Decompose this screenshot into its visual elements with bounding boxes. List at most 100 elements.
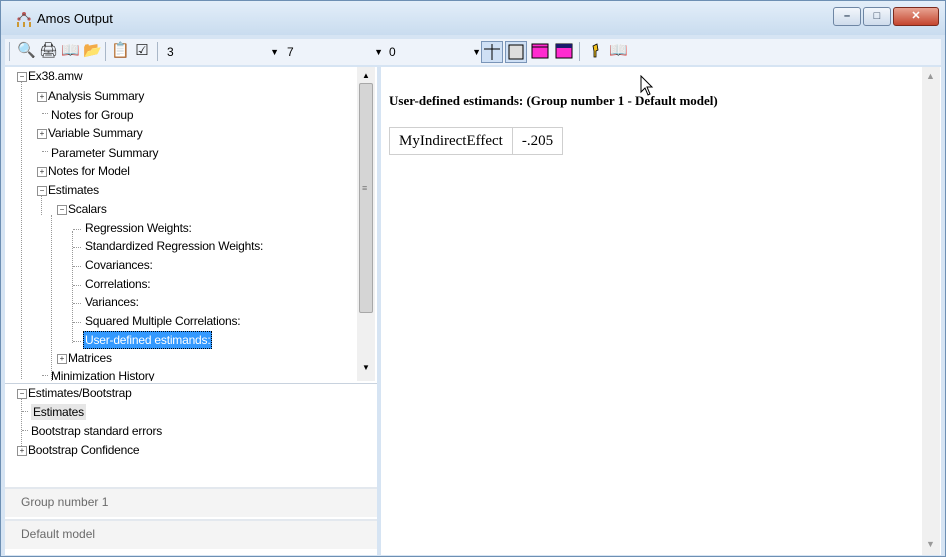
- tree-item-variable-summary[interactable]: Variable Summary: [48, 125, 143, 141]
- tree-scrollbar[interactable]: ▲ ≡ ▼: [357, 67, 375, 381]
- tree-item-estimates[interactable]: Estimates: [48, 182, 99, 198]
- hint-icon[interactable]: [587, 42, 605, 60]
- bootstrap-item-estimates[interactable]: Estimates: [31, 404, 86, 420]
- magenta-grid-button[interactable]: [555, 42, 573, 60]
- group-panel[interactable]: Group number 1: [5, 487, 377, 517]
- tree-item-variances[interactable]: Variances:: [85, 294, 139, 310]
- tree-item-analysis-summary[interactable]: Analysis Summary: [48, 88, 144, 104]
- tree-root[interactable]: Ex38.amw: [28, 68, 83, 84]
- print-preview-icon[interactable]: 🔍: [17, 42, 36, 60]
- bootstrap-item-confidence[interactable]: Bootstrap Confidence: [28, 442, 140, 458]
- expand-icon[interactable]: +: [37, 129, 47, 139]
- crosshair-button[interactable]: [481, 41, 503, 63]
- collapse-icon[interactable]: −: [37, 186, 47, 196]
- columns-value: 7: [287, 45, 294, 59]
- toolbar: 🔍 🖨 📖 📂 📋 ☑ 3 ▼ 7 ▼ 0 ▼ 📖: [5, 39, 941, 65]
- checkbox-icon[interactable]: ☑: [133, 42, 151, 60]
- chevron-down-icon: ▼: [270, 47, 279, 57]
- tree-branch: [42, 375, 48, 376]
- tree-branch: [73, 341, 81, 342]
- tree-item-notes-for-model[interactable]: Notes for Model: [48, 163, 130, 179]
- table-row: MyIndirectEffect -.205: [389, 127, 564, 155]
- tree-branch: [42, 113, 48, 114]
- model-label[interactable]: Default model: [21, 527, 95, 541]
- scroll-down-icon[interactable]: ▼: [362, 363, 370, 372]
- scroll-thumb[interactable]: [359, 83, 373, 313]
- table-view-button[interactable]: [505, 41, 527, 63]
- estimands-table: MyIndirectEffect -.205: [389, 127, 564, 155]
- output-scrollbar[interactable]: ▲ ▼: [922, 67, 940, 555]
- magenta-header-button[interactable]: [531, 42, 549, 60]
- expand-icon[interactable]: +: [37, 167, 47, 177]
- group-label[interactable]: Group number 1: [21, 495, 108, 509]
- maximize-button[interactable]: □: [863, 7, 891, 26]
- help-book-icon[interactable]: 📖: [609, 42, 628, 60]
- minimize-button[interactable]: –: [833, 7, 861, 26]
- tree-branch: [22, 411, 28, 412]
- tree-branch: [73, 229, 81, 230]
- tree-item-regression-weights[interactable]: Regression Weights:: [85, 220, 192, 236]
- tree-item-matrices[interactable]: Matrices: [68, 350, 112, 366]
- window-title: Amos Output: [37, 11, 113, 26]
- output-heading: User-defined estimands: (Group number 1 …: [389, 93, 718, 108]
- table-icon: [508, 44, 524, 60]
- bootstrap-item-standard-errors[interactable]: Bootstrap standard errors: [31, 423, 162, 439]
- digits-combo[interactable]: 0 ▼: [389, 43, 481, 61]
- scroll-up-icon[interactable]: ▲: [362, 71, 370, 80]
- expand-icon[interactable]: +: [57, 354, 67, 364]
- toolbar-separator: [579, 42, 580, 61]
- tree-branch: [73, 285, 81, 286]
- copy-icon[interactable]: 📋: [111, 42, 130, 60]
- magenta-grid-icon: [555, 43, 573, 59]
- collapse-icon[interactable]: −: [57, 205, 67, 215]
- decimals-value: 3: [167, 45, 174, 59]
- open-folder-icon[interactable]: 📂: [83, 42, 102, 60]
- bootstrap-root[interactable]: Estimates/Bootstrap: [28, 385, 132, 401]
- expand-icon[interactable]: +: [37, 92, 47, 102]
- tree-item-minimization-history[interactable]: Minimization History: [51, 368, 155, 381]
- columns-combo[interactable]: 7 ▼: [287, 43, 383, 61]
- tree-item-covariances[interactable]: Covariances:: [85, 257, 153, 273]
- tree-branch: [73, 322, 81, 323]
- tree-guide: [41, 195, 42, 215]
- tree-branch: [73, 247, 81, 248]
- scroll-up-icon[interactable]: ▲: [926, 71, 935, 81]
- bootstrap-tree: − Estimates/Bootstrap Estimates Bootstra…: [5, 383, 377, 484]
- chevron-down-icon: ▼: [374, 47, 383, 57]
- decimals-combo[interactable]: 3 ▼: [167, 43, 279, 61]
- book-icon[interactable]: 📖: [61, 42, 80, 60]
- estimand-name-cell: MyIndirectEffect: [389, 127, 513, 155]
- scroll-down-icon[interactable]: ▼: [926, 539, 935, 549]
- print-icon[interactable]: 🖨: [39, 42, 58, 60]
- grip-icon: ≡: [362, 183, 368, 193]
- navigation-pane: − Ex38.amw + Analysis Summary Notes for …: [5, 67, 377, 555]
- magenta-header-icon: [531, 43, 549, 59]
- estimand-value-cell: -.205: [511, 127, 564, 155]
- tree-item-correlations[interactable]: Correlations:: [85, 276, 151, 292]
- tree-branch: [73, 303, 81, 304]
- maximize-icon: □: [873, 10, 881, 22]
- tree-item-squared-multiple-correlations[interactable]: Squared Multiple Correlations:: [85, 313, 241, 329]
- tree-item-standardized-regression-weights[interactable]: Standardized Regression Weights:: [85, 238, 263, 254]
- tree-item-parameter-summary[interactable]: Parameter Summary: [51, 145, 158, 161]
- tree-item-scalars[interactable]: Scalars: [68, 201, 107, 217]
- tree-guide: [21, 81, 22, 379]
- mouse-cursor-icon: [640, 75, 654, 96]
- amos-output-window: Amos Output – □ ✕ 🔍 🖨 📖 📂 📋 ☑ 3 ▼ 7 ▼ 0 …: [0, 0, 946, 557]
- expand-icon[interactable]: +: [17, 446, 27, 456]
- tree-item-user-defined-estimands[interactable]: User-defined estimands:: [83, 331, 213, 349]
- title-bar: Amos Output – □ ✕: [1, 1, 945, 35]
- close-button[interactable]: ✕: [893, 7, 939, 26]
- toolbar-separator: [105, 42, 106, 61]
- amos-app-icon: [17, 12, 31, 27]
- close-icon: ✕: [911, 10, 921, 22]
- tree-item-notes-for-group[interactable]: Notes for Group: [51, 107, 134, 123]
- toolbar-separator: [157, 42, 158, 61]
- tree-branch: [42, 151, 48, 152]
- tree-branch: [22, 430, 28, 431]
- collapse-icon[interactable]: −: [17, 72, 27, 82]
- collapse-icon[interactable]: −: [17, 389, 27, 399]
- chevron-down-icon: ▼: [472, 47, 481, 57]
- output-pane: User-defined estimands: (Group number 1 …: [381, 67, 941, 555]
- model-panel[interactable]: Default model: [5, 519, 377, 549]
